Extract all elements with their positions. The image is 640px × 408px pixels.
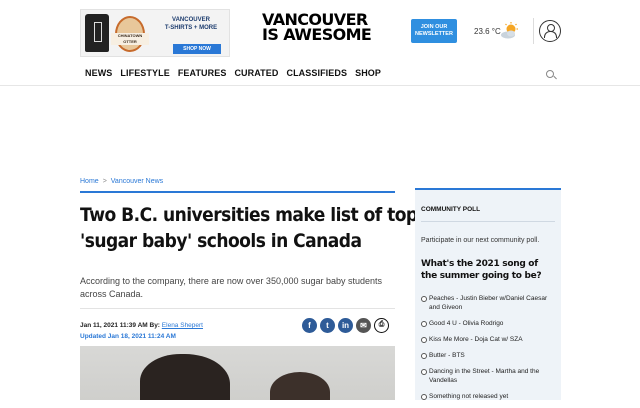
print-icon[interactable]: ⎙: [374, 318, 389, 333]
poll-question: What's the 2021 song of the summer going…: [421, 259, 542, 281]
radio-button[interactable]: [421, 393, 427, 400]
summary-divider: [80, 308, 395, 309]
weather-temperature: 23.6 °C: [474, 27, 501, 36]
radio-button[interactable]: [421, 295, 427, 302]
ad-banner[interactable]: CHINATOWN OTTER VANCOUVER T-SHIRTS + MOR…: [80, 9, 230, 57]
nav-item-news[interactable]: NEWS: [85, 68, 112, 78]
logo-line2: IS AWESOME: [262, 25, 372, 44]
newsletter-line1: JOIN OUR: [420, 24, 448, 30]
poll-options: Peaches - Justin Bieber w/Daniel Caesar …: [421, 294, 559, 408]
radio-button[interactable]: [421, 320, 427, 327]
article-byline: Jan 11, 2021 11:39 AM By: Elena Shepert: [80, 322, 203, 329]
nav-item-shop[interactable]: SHOP: [355, 68, 381, 78]
newsletter-line2: NEWSLETTER: [415, 31, 453, 37]
breadcrumb-separator: >: [102, 178, 107, 185]
radio-button[interactable]: [421, 368, 427, 375]
poll-option-label: Dancing in the Street - Martha and the V…: [429, 368, 540, 384]
poll-option[interactable]: Kiss Me More - Doja Cat w/ SZA: [421, 335, 559, 344]
breadcrumb-section[interactable]: Vancouver News: [111, 178, 163, 185]
poll-option-label: Butter - BTS: [429, 352, 465, 359]
ad-text-line2: T-SHIRTS + MORE: [164, 25, 218, 31]
hero-person-head: [270, 372, 330, 400]
twitter-share-icon[interactable]: t: [320, 318, 335, 333]
user-account-icon[interactable]: [539, 20, 561, 42]
nav-item-classifieds[interactable]: CLASSIFIEDS: [286, 68, 347, 78]
updated-date: Updated Jan 18, 2021 11:24 AM: [80, 333, 176, 340]
main-nav: NEWS LIFESTYLE FEATURES CURATED CLASSIFI…: [0, 62, 640, 86]
nav-item-curated[interactable]: CURATED: [234, 68, 278, 78]
partly-sunny-icon: [501, 22, 518, 39]
poll-intro: Participate in our next community poll.: [421, 237, 540, 244]
shop-now-button[interactable]: SHOP NOW: [173, 44, 221, 54]
radio-button[interactable]: [421, 336, 427, 343]
poll-option-label: Good 4 U - Olivia Rodrigo: [429, 320, 504, 327]
community-poll: COMMUNITY POLL Participate in our next c…: [415, 188, 561, 400]
nav-item-features[interactable]: FEATURES: [178, 68, 227, 78]
poll-divider: [421, 221, 555, 222]
poll-title: COMMUNITY POLL: [421, 206, 481, 213]
hero-person-hair: [140, 354, 230, 400]
headline-line2: 'sugar baby' schools in Canada: [80, 230, 362, 252]
poll-option-label: Kiss Me More - Doja Cat w/ SZA: [429, 336, 523, 343]
email-share-icon[interactable]: ✉: [356, 318, 371, 333]
share-buttons: f t in ✉ ⎙: [302, 318, 389, 333]
facebook-share-icon[interactable]: f: [302, 318, 317, 333]
site-header: CHINATOWN OTTER VANCOUVER T-SHIRTS + MOR…: [0, 0, 640, 62]
article-headline: Two B.C. universities make list of top '…: [80, 202, 418, 254]
poll-option[interactable]: Butter - BTS: [421, 351, 559, 360]
tshirt-image: [85, 14, 109, 52]
ad-text: VANCOUVER T-SHIRTS + MORE: [153, 16, 229, 32]
ad-badge-text: CHINATOWN OTTER: [111, 33, 149, 45]
linkedin-share-icon[interactable]: in: [338, 318, 353, 333]
headline-rule: [80, 191, 395, 193]
breadcrumb-home[interactable]: Home: [80, 178, 99, 185]
published-date: Jan 11, 2021 11:39 AM By:: [80, 322, 160, 329]
poll-option[interactable]: Dancing in the Street - Martha and the V…: [421, 367, 559, 385]
site-logo[interactable]: VANCOUVER IS AWESOME: [262, 12, 380, 44]
radio-button[interactable]: [421, 352, 427, 359]
search-icon[interactable]: [546, 70, 554, 78]
header-divider: [533, 18, 534, 44]
poll-option-label: Peaches - Justin Bieber w/Daniel Caesar …: [429, 295, 548, 311]
breadcrumb: Home > Vancouver News: [80, 178, 163, 185]
ad-text-line1: VANCOUVER: [172, 17, 210, 23]
poll-option[interactable]: Peaches - Justin Bieber w/Daniel Caesar …: [421, 294, 559, 312]
article-summary: According to the company, there are now …: [80, 276, 383, 299]
nav-item-lifestyle[interactable]: LIFESTYLE: [120, 68, 169, 78]
article-hero-image: [80, 346, 395, 400]
newsletter-button[interactable]: JOIN OUR NEWSLETTER: [411, 19, 457, 43]
author-link[interactable]: Elena Shepert: [162, 322, 203, 329]
headline-line1: Two B.C. universities make list of top: [80, 204, 418, 226]
poll-option[interactable]: Good 4 U - Olivia Rodrigo: [421, 319, 559, 328]
